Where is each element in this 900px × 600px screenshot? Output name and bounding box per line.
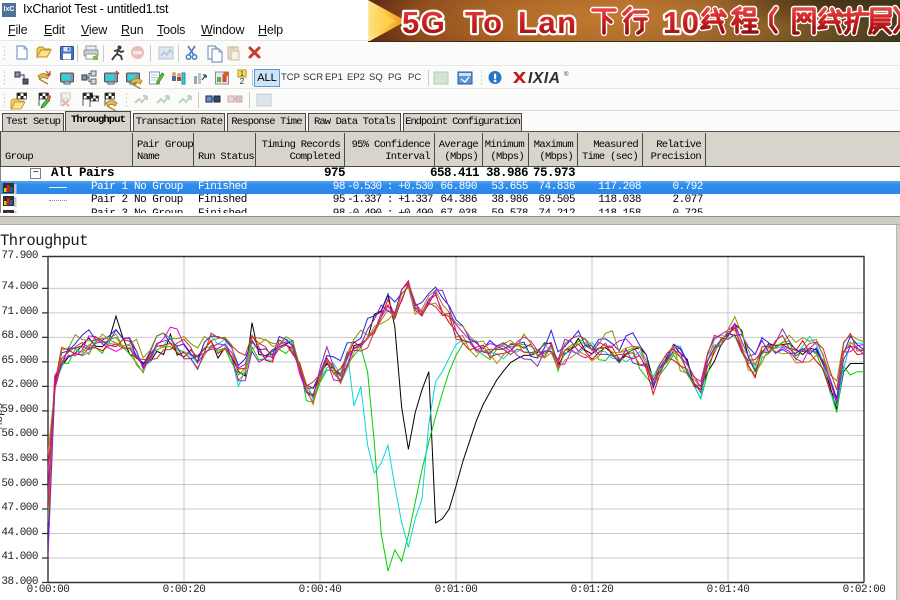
svg-text:To: To xyxy=(465,5,504,40)
svg-text:Lan: Lan xyxy=(518,5,578,40)
svg-text:10: 10 xyxy=(663,5,700,40)
svg-text:5G: 5G xyxy=(402,5,446,40)
